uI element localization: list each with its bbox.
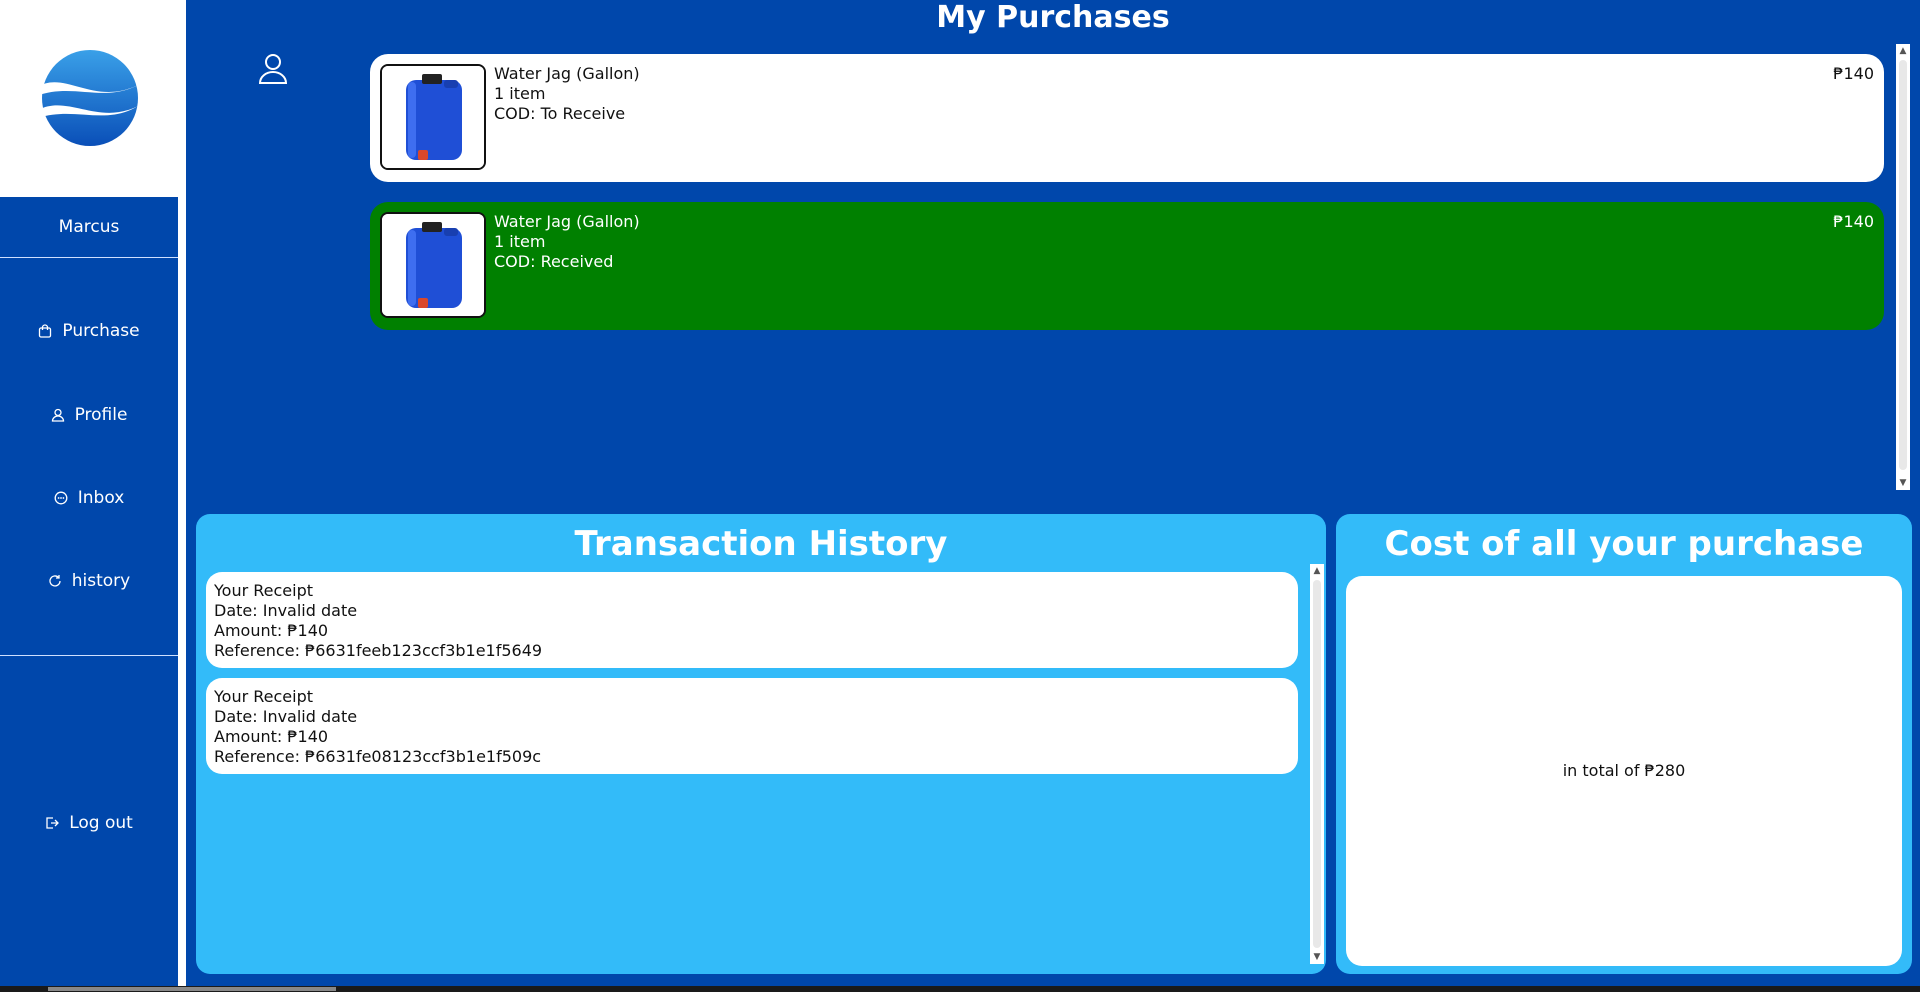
- product-name: Water Jag (Gallon): [494, 64, 640, 83]
- user-icon[interactable]: [258, 53, 288, 89]
- product-image: [380, 64, 486, 170]
- user-name: Marcus: [0, 197, 178, 258]
- scroll-down-icon[interactable]: ▼: [1310, 950, 1324, 964]
- main-content: My Purchases Water Jag (Gallon) 1 item C…: [186, 0, 1920, 992]
- purchase-details: Water Jag (Gallon) 1 item COD: To Receiv…: [494, 64, 640, 124]
- receipt-reference: Reference: ₱6631feeb123ccf3b1e1f5649: [214, 641, 543, 660]
- purchase-card[interactable]: Water Jag (Gallon) 1 item COD: To Receiv…: [370, 54, 1884, 182]
- product-image: [380, 212, 486, 318]
- scroll-down-icon[interactable]: ▼: [1896, 476, 1910, 490]
- sidebar-item-label: Inbox: [77, 488, 125, 508]
- logout-icon: [45, 816, 60, 830]
- wave-logo-icon: [36, 50, 140, 146]
- purchase-card[interactable]: Water Jag (Gallon) 1 item COD: Received …: [370, 202, 1884, 330]
- receipt-card: Your Receipt Date: Invalid date Amount: …: [206, 678, 1298, 774]
- sidebar-gap: [178, 0, 186, 992]
- logout-label: Log out: [69, 813, 133, 833]
- sidebar-divider: [0, 655, 178, 656]
- cost-total: in total of ₱280: [1562, 761, 1686, 780]
- sidebar-item-label: Purchase: [62, 321, 140, 341]
- product-quantity: 1 item: [494, 84, 546, 103]
- sidebar-item-inbox[interactable]: Inbox: [0, 478, 178, 518]
- logout-button[interactable]: Log out: [0, 803, 178, 843]
- cost-summary-panel: Cost of all your purchase in total of ₱2…: [1336, 514, 1912, 974]
- transaction-history-title: Transaction History: [574, 524, 948, 564]
- cost-summary-box: in total of ₱280: [1346, 576, 1902, 966]
- sidebar: Marcus Purchase Profile Inbox history Lo…: [0, 0, 178, 992]
- logo-area: [0, 0, 178, 197]
- page-title: My Purchases: [936, 0, 1170, 35]
- sidebar-item-label: Profile: [74, 405, 128, 425]
- scroll-up-icon[interactable]: ▲: [1896, 44, 1910, 58]
- cost-summary-title: Cost of all your purchase: [1384, 524, 1864, 564]
- receipt-heading: Your Receipt: [214, 581, 313, 600]
- receipt-date: Date: Invalid date: [214, 707, 358, 726]
- product-price: ₱140: [1833, 64, 1874, 83]
- order-status: COD: Received: [494, 252, 614, 271]
- user-icon: [51, 408, 65, 422]
- sidebar-item-profile[interactable]: Profile: [0, 395, 178, 435]
- product-price: ₱140: [1833, 212, 1874, 231]
- chat-icon: [54, 491, 68, 505]
- sidebar-item-history[interactable]: history: [0, 561, 178, 601]
- scroll-up-icon[interactable]: ▲: [1310, 564, 1324, 578]
- purchase-list: Water Jag (Gallon) 1 item COD: To Receiv…: [370, 54, 1898, 490]
- receipt-card: Your Receipt Date: Invalid date Amount: …: [206, 572, 1298, 668]
- sidebar-item-purchase[interactable]: Purchase: [0, 311, 178, 351]
- scrollbar-thumb[interactable]: [1899, 60, 1907, 470]
- refresh-icon: [48, 574, 62, 588]
- purchase-details: Water Jag (Gallon) 1 item COD: Received: [494, 212, 640, 272]
- horizontal-scrollbar[interactable]: [0, 986, 1920, 992]
- sidebar-item-label: history: [71, 571, 131, 591]
- product-quantity: 1 item: [494, 232, 546, 251]
- purchase-list-scrollbar[interactable]: ▲ ▼: [1896, 44, 1910, 490]
- receipt-amount: Amount: ₱140: [214, 621, 329, 640]
- receipt-amount: Amount: ₱140: [214, 727, 329, 746]
- receipt-date: Date: Invalid date: [214, 601, 358, 620]
- receipt-heading: Your Receipt: [214, 687, 313, 706]
- transaction-scrollbar[interactable]: ▲ ▼: [1310, 564, 1324, 964]
- scrollbar-thumb[interactable]: [1313, 580, 1321, 948]
- order-status: COD: To Receive: [494, 104, 626, 123]
- shopping-bag-icon: [38, 324, 52, 338]
- transaction-history-panel: Transaction History Your Receipt Date: I…: [196, 514, 1326, 974]
- scrollbar-thumb[interactable]: [48, 987, 336, 991]
- product-name: Water Jag (Gallon): [494, 212, 640, 231]
- receipt-reference: Reference: ₱6631fe08123ccf3b1e1f509c: [214, 747, 542, 766]
